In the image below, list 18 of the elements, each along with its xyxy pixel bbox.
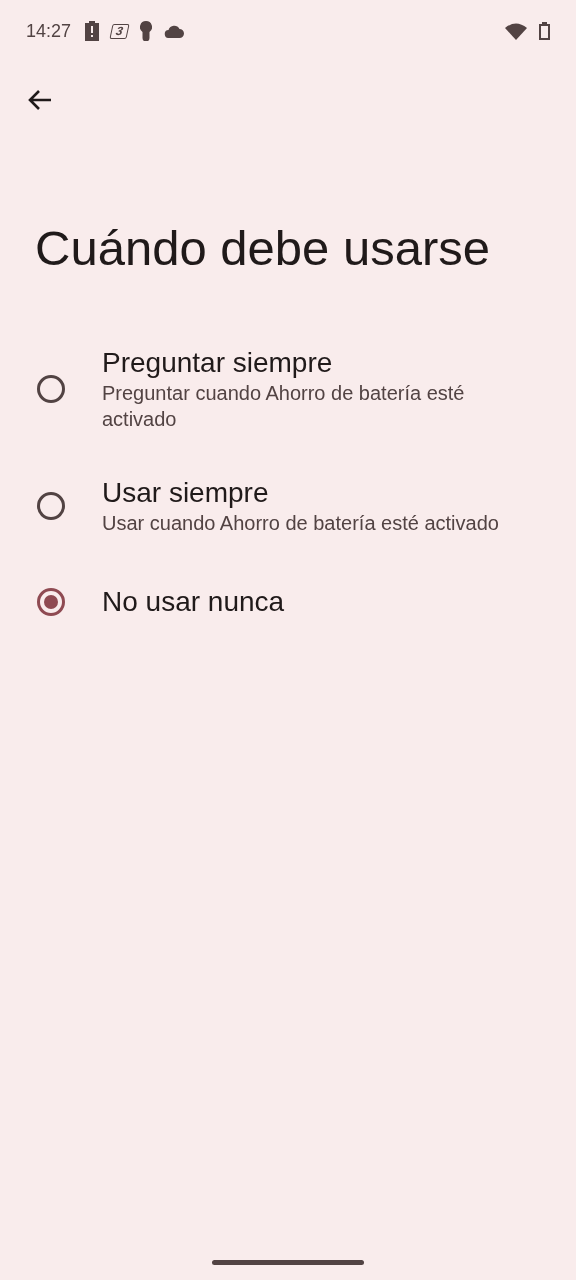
option-description: Preguntar cuando Ahorro de batería esté activado <box>102 381 466 432</box>
cloud-icon <box>163 24 184 38</box>
page-title: Cuándo debe usarse <box>35 220 491 277</box>
lightbulb-icon <box>139 21 152 41</box>
battery-alert-icon <box>85 21 100 41</box>
radio-button[interactable] <box>36 587 66 617</box>
back-arrow-icon[interactable] <box>27 89 53 111</box>
option-description: Usar cuando Ahorro de batería esté activado <box>102 511 499 536</box>
clock: 14:27 <box>26 20 72 42</box>
navigation-handle[interactable] <box>212 1260 364 1265</box>
battery-icon <box>539 22 550 40</box>
wifi-icon <box>505 22 527 40</box>
radio-button[interactable] <box>36 491 66 521</box>
option-label[interactable]: Usar siempre <box>102 476 499 510</box>
status-badge: 3 <box>109 23 130 39</box>
option-label[interactable]: No usar nunca <box>102 585 285 619</box>
option-label[interactable]: Preguntar siempre <box>102 346 512 380</box>
radio-button[interactable] <box>36 374 66 404</box>
